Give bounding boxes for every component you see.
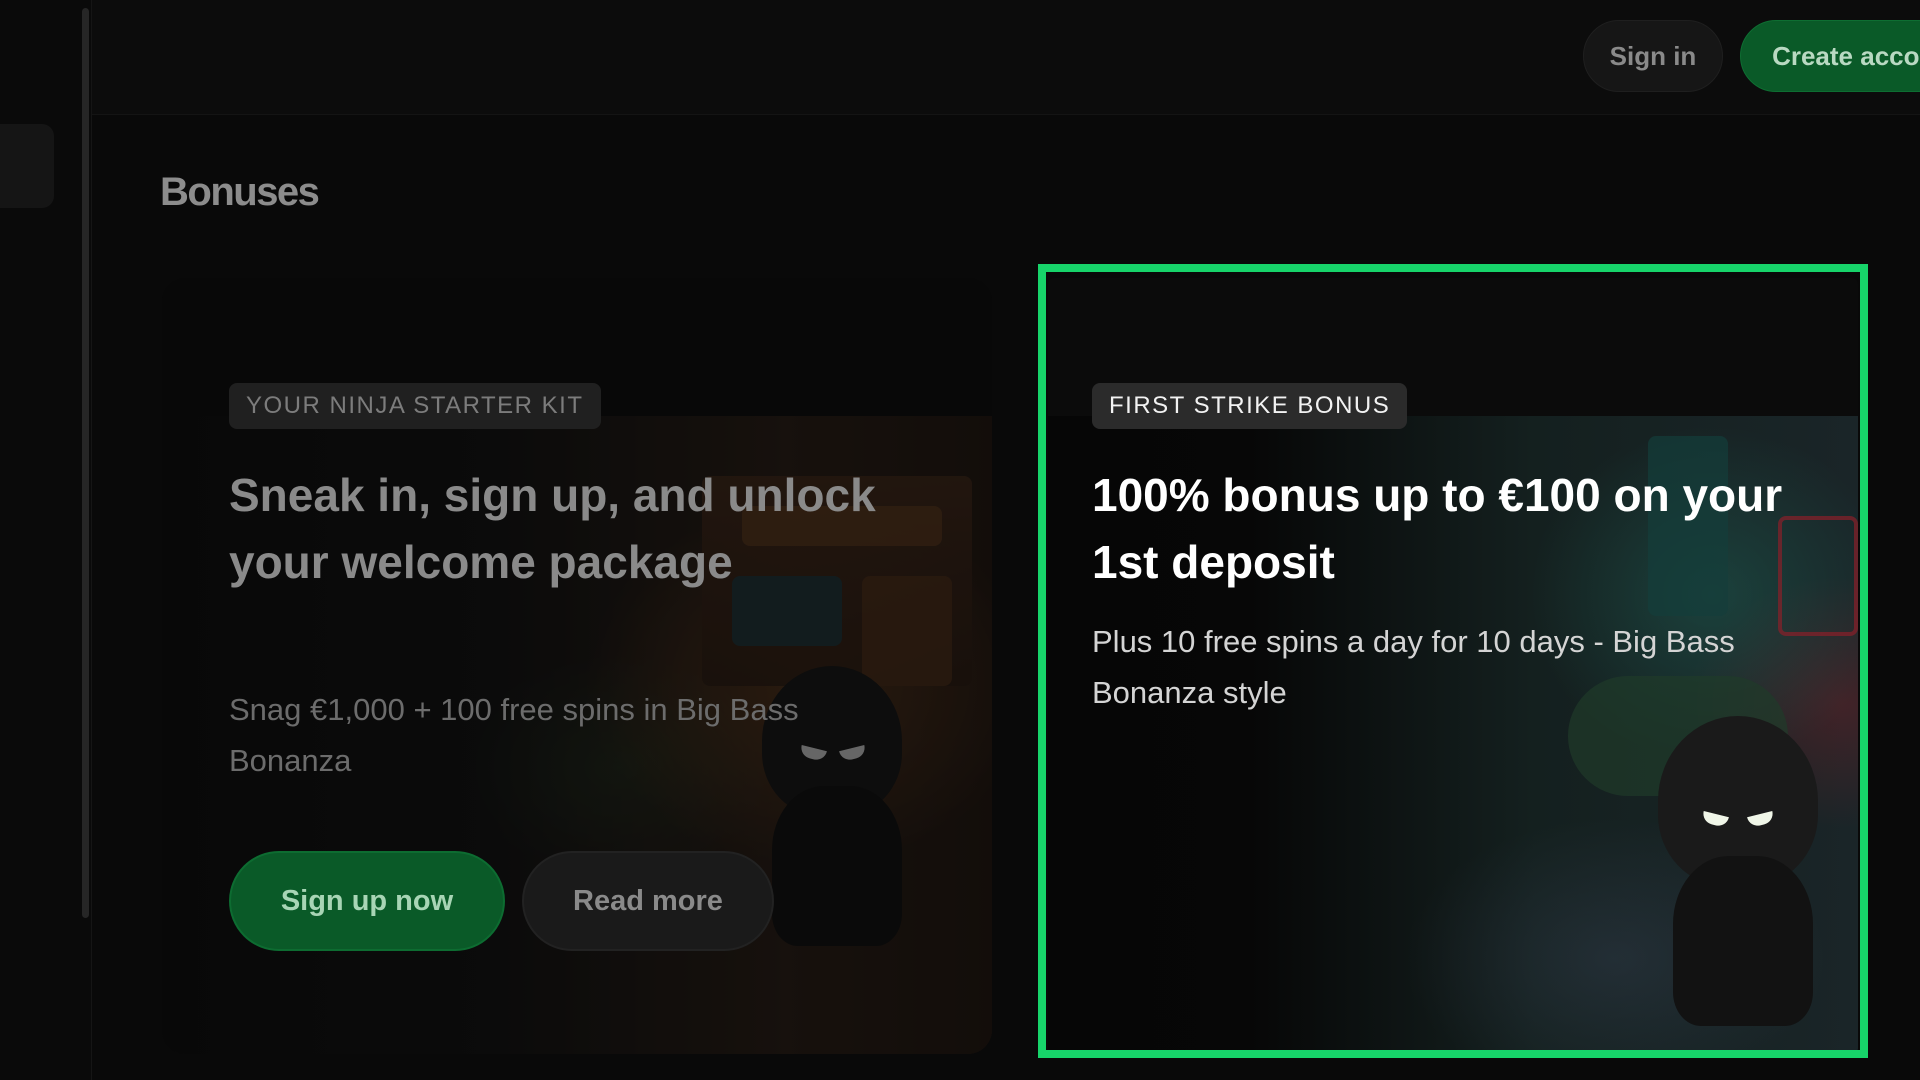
ninja-character-image — [1628, 716, 1848, 1036]
bonus-badge: FIRST STRIKE BONUS — [1092, 383, 1408, 429]
sign-up-now-button[interactable]: Sign up now — [229, 851, 505, 951]
bonus-badge: YOUR NINJA STARTER KIT — [229, 383, 601, 429]
read-more-button[interactable]: Read more — [522, 851, 774, 951]
bonus-subtext: Plus 10 free spins a day for 10 days - B… — [1092, 624, 1735, 710]
app-root: Sign in Create account Bonuses YOUR NINJ… — [0, 0, 1920, 1080]
create-account-button[interactable]: Create account — [1740, 20, 1920, 92]
bonus-card-first-strike[interactable]: FIRST STRIKE BONUS 100% bonus up to €100… — [1048, 278, 1858, 1054]
top-bar: Sign in Create account — [92, 0, 1920, 115]
bonus-headline: Sneak in, sign up, and unlock your welco… — [229, 469, 876, 588]
sidebar-scrollbar[interactable] — [82, 8, 89, 918]
bonus-card-starter-kit[interactable]: YOUR NINJA STARTER KIT Sneak in, sign up… — [162, 278, 992, 1054]
sidebar-tab[interactable] — [0, 124, 54, 208]
page-title: Bonuses — [160, 170, 320, 214]
bonus-headline: 100% bonus up to €100 on your 1st deposi… — [1092, 469, 1783, 588]
bonus-subtext: Snag €1,000 + 100 free spins in Big Bass… — [229, 692, 799, 778]
sidebar — [0, 0, 92, 1080]
sign-in-button[interactable]: Sign in — [1583, 20, 1723, 92]
